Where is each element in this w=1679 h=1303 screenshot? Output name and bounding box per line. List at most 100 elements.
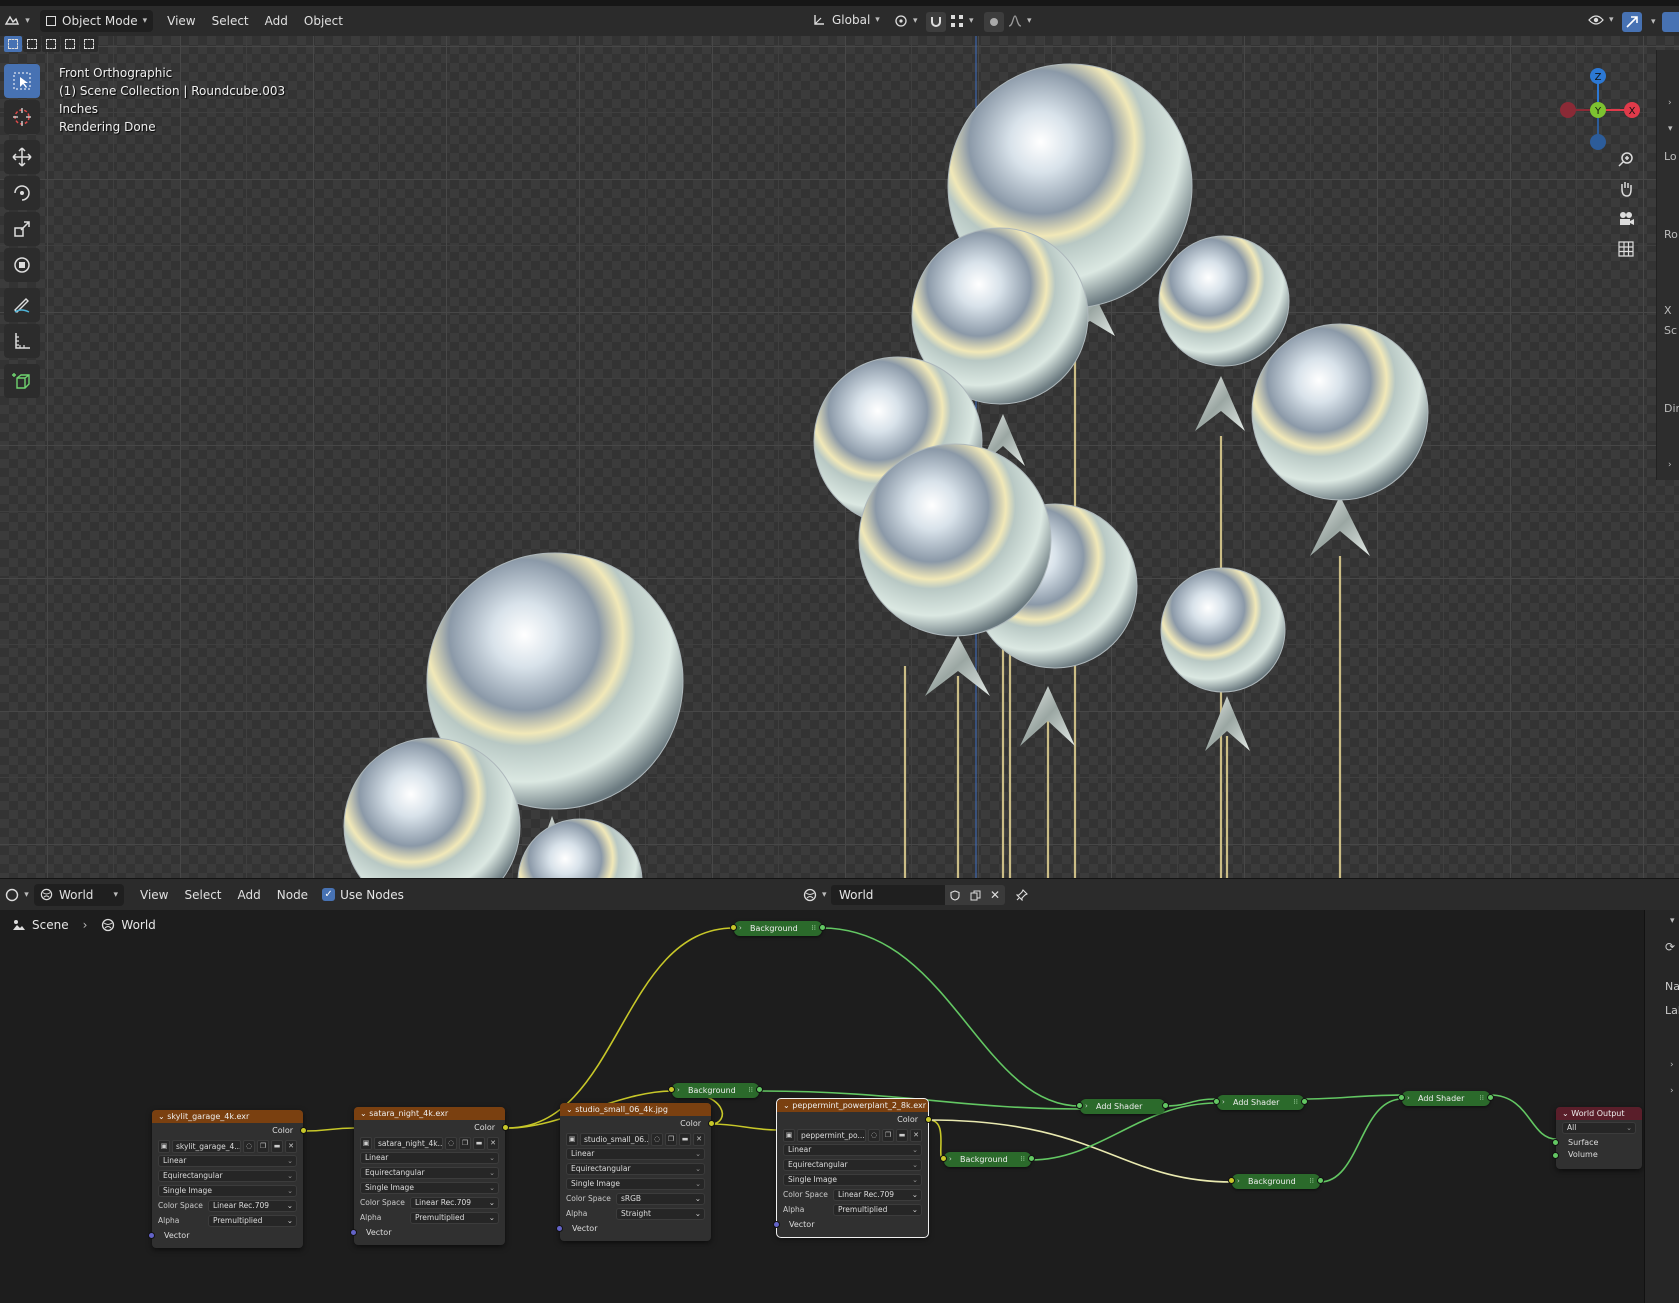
chevron-down-icon[interactable]: ▾ [1651,17,1656,27]
background-node-collapsed[interactable]: › Background ⁞⁞ [940,1152,1035,1167]
image-selector[interactable]: ▣ skylit_garage_4... ◌ ❐ ▬ ✕ [158,1140,297,1153]
duplicate-icon[interactable]: ❐ [257,1140,269,1153]
image-selector[interactable]: ▣ satara_night_4k... ◌ ❐ ▬ ✕ [360,1137,499,1150]
menu-view[interactable]: View [159,11,203,31]
env-texture-node[interactable]: ⌄ peppermint_powerplant_2_8k.exr Color ▣… [773,1098,932,1238]
close-icon[interactable]: ✕ [910,1129,922,1142]
collapse-icon[interactable]: ⌄ [783,1101,792,1110]
browse-world-button[interactable]: ▾ [803,888,831,902]
editor-type-button[interactable]: ▾ [0,888,34,902]
output-socket[interactable] [1301,1098,1308,1105]
pin-button[interactable] [1011,885,1033,905]
world-datablock-selector[interactable]: ▾ World ✕ [803,884,1043,906]
input-socket[interactable] [1398,1094,1405,1101]
interpolation-dropdown[interactable]: Linear ⌄ [783,1144,922,1156]
camera-view-button[interactable] [1612,206,1640,232]
close-icon[interactable]: ✕ [285,1140,297,1153]
target-dropdown[interactable]: All ⌄ [1562,1122,1636,1134]
interpolation-dropdown[interactable]: Linear ⌄ [360,1152,499,1164]
alpha-dropdown[interactable]: Premultiplied ⌄ [833,1204,922,1216]
ortho-toggle-button[interactable] [1612,236,1640,262]
visibility-dropdown[interactable]: ▾ [1588,14,1614,26]
add-shader-node-collapsed[interactable]: › Add Shader [1076,1099,1169,1114]
input-socket[interactable] [1076,1102,1083,1109]
source-dropdown[interactable]: Single Image ⌄ [566,1178,705,1190]
source-dropdown[interactable]: Single Image ⌄ [360,1182,499,1194]
output-socket[interactable] [1487,1094,1494,1101]
projection-dropdown[interactable]: Equirectangular ⌄ [783,1159,922,1171]
proportional-edit-toggle[interactable] [984,12,1004,32]
color-space-dropdown[interactable]: Linear Rec.709 ⌄ [833,1189,922,1201]
close-icon[interactable]: ✕ [487,1137,499,1150]
env-texture-node[interactable]: ⌄ satara_night_4k.exr Color ▣ satara_nigh… [350,1107,509,1245]
unlink-world-button[interactable]: ✕ [985,885,1005,905]
overlays-toggle[interactable] [1662,12,1679,32]
collapse-icon[interactable]: ⌄ [360,1109,369,1118]
3d-viewport[interactable]: Front Orthographic (1) Scene Collection … [0,36,1679,878]
input-socket[interactable] [1552,1152,1559,1159]
output-socket[interactable] [708,1120,715,1127]
duplicate-icon[interactable]: ❐ [459,1137,471,1150]
input-socket[interactable] [148,1232,155,1239]
node-header[interactable]: ⌄ peppermint_powerplant_2_8k.exr [777,1099,928,1112]
background-node-collapsed[interactable]: › Background ⁞⁞ [668,1083,763,1098]
menu-add[interactable]: Add [257,11,296,31]
transform-orientation-dropdown[interactable]: Global ▾ [806,9,886,31]
output-socket[interactable] [1028,1155,1035,1162]
source-dropdown[interactable]: Single Image ⌄ [783,1174,922,1186]
snap-target-dropdown[interactable]: ▾ [950,14,974,28]
input-socket[interactable] [1213,1098,1220,1105]
node-editor-canvas[interactable]: Scene › World ⌄ skylit_garage_4k.exr Col… [0,910,1644,1303]
menu-view[interactable]: View [132,885,176,905]
input-socket[interactable] [1228,1177,1235,1184]
menu-add[interactable]: Add [230,885,269,905]
projection-dropdown[interactable]: Equirectangular ⌄ [158,1170,297,1182]
folder-icon[interactable]: ▬ [473,1137,485,1150]
add-shader-node-collapsed[interactable]: › Add Shader ⁞⁞ [1213,1095,1308,1110]
use-nodes-checkbox[interactable]: ✓ Use Nodes [322,888,404,902]
color-space-dropdown[interactable]: Linear Rec.709 ⌄ [410,1197,499,1209]
output-socket[interactable] [1317,1177,1324,1184]
projection-dropdown[interactable]: Equirectangular ⌄ [566,1163,705,1175]
projection-dropdown[interactable]: Equirectangular ⌄ [360,1167,499,1179]
navigation-gizmo[interactable]: Z Y X [1550,62,1646,158]
input-socket[interactable] [940,1155,947,1162]
snap-toggle[interactable] [926,12,946,32]
alpha-dropdown[interactable]: Premultiplied ⌄ [208,1215,297,1227]
interpolation-dropdown[interactable]: Linear ⌄ [158,1155,297,1167]
input-socket[interactable] [668,1086,675,1093]
menu-object[interactable]: Object [296,11,351,31]
collapse-icon[interactable]: ⌄ [1562,1109,1571,1118]
close-icon[interactable]: ✕ [693,1133,705,1146]
shield-icon[interactable]: ◌ [445,1137,457,1150]
fake-user-button[interactable] [945,885,965,905]
output-socket[interactable] [819,924,826,931]
gizmo-toggle[interactable] [1622,12,1642,32]
node-sidebar[interactable]: ▾ ⟳ Na Lab › › [1644,910,1679,1303]
background-node-collapsed[interactable]: › Background ⁞⁞ [1228,1174,1324,1189]
input-socket[interactable] [1552,1139,1559,1146]
editor-type-button[interactable]: ▾ [0,14,34,28]
refresh-icon[interactable]: ⟳ [1665,940,1675,954]
env-texture-node[interactable]: ⌄ studio_small_06_4k.jpg Color ▣ studio_s… [556,1103,715,1241]
image-selector[interactable]: ▣ peppermint_po... ◌ ❐ ▬ ✕ [783,1129,922,1142]
collapse-icon[interactable]: ⌄ [158,1112,167,1121]
shield-icon[interactable]: ◌ [243,1140,255,1153]
output-socket[interactable] [502,1124,509,1131]
sidebar-n-panel[interactable]: › ▾ Lo Ro X Sc Dir › [1656,50,1679,480]
interpolation-dropdown[interactable]: Linear ⌄ [566,1148,705,1160]
output-socket[interactable] [1162,1102,1169,1109]
falloff-dropdown[interactable]: ▾ [1008,14,1032,28]
pan-button[interactable] [1612,176,1640,202]
world-name-field[interactable]: World [831,885,945,905]
input-socket[interactable] [350,1229,357,1236]
image-selector[interactable]: ▣ studio_small_06... ◌ ❐ ▬ ✕ [566,1133,705,1146]
menu-select[interactable]: Select [176,885,229,905]
alpha-dropdown[interactable]: Premultiplied ⌄ [410,1212,499,1224]
input-socket[interactable] [556,1225,563,1232]
menu-node[interactable]: Node [269,885,316,905]
env-texture-node[interactable]: ⌄ skylit_garage_4k.exr Color ▣ skylit_gar… [148,1110,307,1248]
duplicate-icon[interactable]: ❐ [665,1133,677,1146]
output-socket[interactable] [756,1086,763,1093]
shield-icon[interactable]: ◌ [868,1129,880,1142]
